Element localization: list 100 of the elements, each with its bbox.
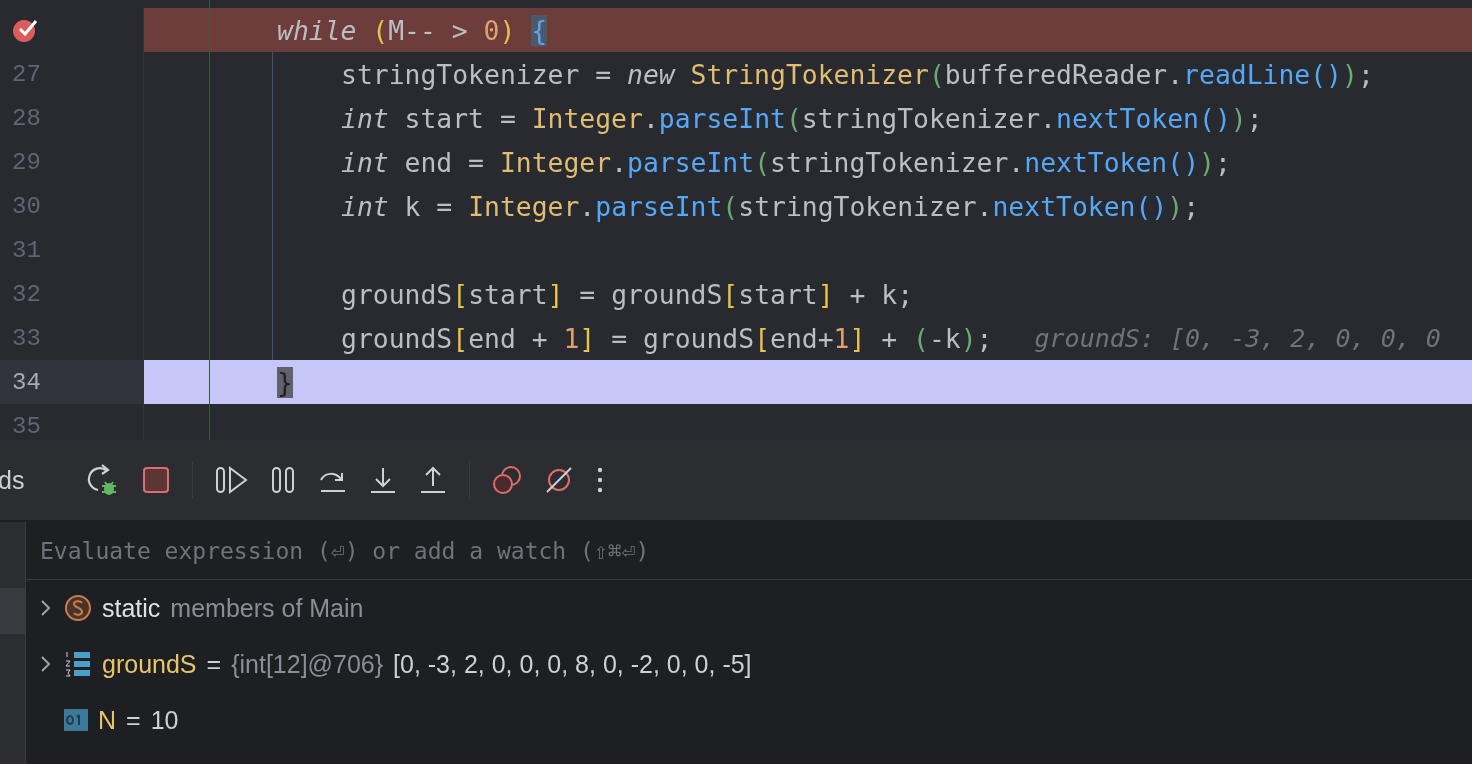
method-name: nextToken <box>1056 102 1199 134</box>
bracket: ) <box>1342 58 1358 90</box>
bracket: ] <box>579 322 596 354</box>
resume-icon[interactable] <box>215 465 250 495</box>
bracket: ( <box>785 102 802 134</box>
bracket: ) <box>499 14 517 46</box>
code-text: start <box>468 278 548 310</box>
code-text: ; <box>1246 102 1263 134</box>
bracket: ) <box>1167 190 1184 222</box>
method-name: readLine <box>1183 58 1311 90</box>
bracket: () <box>1310 58 1342 90</box>
variable-name: static <box>102 593 161 623</box>
bracket: ) <box>1230 102 1247 134</box>
class-name: Integer <box>468 190 580 222</box>
matched-brace: { <box>531 14 548 46</box>
equals-sign: = <box>126 705 141 735</box>
bracket: ] <box>547 278 564 310</box>
code-text: . <box>611 146 628 178</box>
line-number: 29 <box>12 148 41 176</box>
method-name: nextToken <box>1024 146 1168 178</box>
method-name: parseInt <box>627 146 755 178</box>
breakpoints-icon[interactable] <box>492 465 523 495</box>
code-text: ; <box>976 322 993 354</box>
class-name: Integer <box>531 102 643 134</box>
bracket: ) <box>1199 146 1215 178</box>
code-text: . <box>642 102 659 134</box>
variable-value: [0, -3, 2, 0, 0, 0, 8, 0, -2, 0, 0, -5] <box>393 649 752 679</box>
class-name: Integer <box>499 146 612 178</box>
code-text: end + <box>468 322 549 354</box>
line-number: 34 <box>12 368 41 396</box>
code-text: ; <box>1183 190 1200 222</box>
number-literal: 0 <box>483 14 500 46</box>
keyword: int <box>341 190 389 222</box>
number-literal: 1 <box>833 322 850 354</box>
bracket: ] <box>849 322 866 354</box>
code-text: stringTokenizer. <box>738 190 993 222</box>
bracket: () <box>1135 190 1168 222</box>
matched-brace: } <box>277 366 293 398</box>
line-number: 35 <box>12 412 41 440</box>
code-text: ; <box>1357 58 1374 90</box>
code-text: k = <box>403 190 454 222</box>
step-into-icon[interactable] <box>369 466 398 494</box>
bracket: ] <box>817 278 834 310</box>
method-name: parseInt <box>595 190 723 222</box>
equals-sign: = <box>206 649 222 679</box>
keyword: new <box>627 58 677 90</box>
code-text: stringTokenizer. <box>801 102 1056 134</box>
code-text: = groundS <box>578 278 723 310</box>
mute-breakpoints-icon[interactable] <box>544 465 575 495</box>
code-text: stringTokenizer = <box>341 58 613 90</box>
line-number: 32 <box>12 280 41 308</box>
static-icon <box>64 594 92 622</box>
variable-value: 10 <box>150 705 179 735</box>
bracket: [ <box>754 322 771 354</box>
number-literal: 1 <box>563 322 580 354</box>
line-number: 33 <box>12 324 41 352</box>
bracket: ( <box>722 190 739 222</box>
code-text: M-- > <box>388 14 469 46</box>
code-text: . <box>579 190 596 222</box>
code-text: groundS <box>341 322 453 354</box>
code-text: end+ <box>770 322 834 354</box>
bracket: [ <box>452 278 469 310</box>
code-text: -k <box>928 322 961 354</box>
code-text: groundS <box>341 278 453 310</box>
bracket: ( <box>913 322 929 354</box>
array-icon <box>64 650 92 678</box>
keyword: while <box>277 14 357 46</box>
code-text: bufferedReader. <box>944 58 1184 90</box>
step-out-icon[interactable] <box>419 466 448 494</box>
method-name: parseInt <box>658 102 786 134</box>
line-number: 30 <box>12 192 41 220</box>
code-text: stringTokenizer. <box>770 146 1025 178</box>
variable-detail: members of Main <box>170 593 364 623</box>
line-number: 27 <box>12 60 41 88</box>
class-name: StringTokenizer <box>690 58 929 90</box>
inline-value-hint: groundS: [0, -3, 2, 0, 0, 0 <box>1034 323 1441 353</box>
line-number: 31 <box>12 236 41 264</box>
line-number: 28 <box>12 104 41 132</box>
code-text: start = <box>403 102 517 134</box>
bracket: ) <box>960 322 977 354</box>
variable-type: {int[12]@706} <box>231 649 384 679</box>
variable-name: N <box>98 705 117 735</box>
code-text: + k; <box>848 278 914 310</box>
code-text: ; <box>1214 146 1231 178</box>
bracket: ( <box>754 146 771 178</box>
stop-icon[interactable] <box>142 466 171 494</box>
keyword: int <box>341 102 389 134</box>
bracket: ( <box>928 58 945 90</box>
more-icon[interactable] <box>596 466 605 494</box>
bracket: () <box>1199 102 1231 134</box>
code-text: end = <box>403 146 485 178</box>
method-name: nextToken <box>992 190 1136 222</box>
bracket: () <box>1167 146 1200 178</box>
bracket: [ <box>452 322 469 354</box>
code-text: = groundS <box>610 322 755 354</box>
bracket: ( <box>371 14 389 46</box>
primitive-icon <box>64 709 88 731</box>
keyword: int <box>341 146 389 178</box>
bracket: [ <box>722 278 739 310</box>
variable-name: groundS <box>102 649 197 679</box>
